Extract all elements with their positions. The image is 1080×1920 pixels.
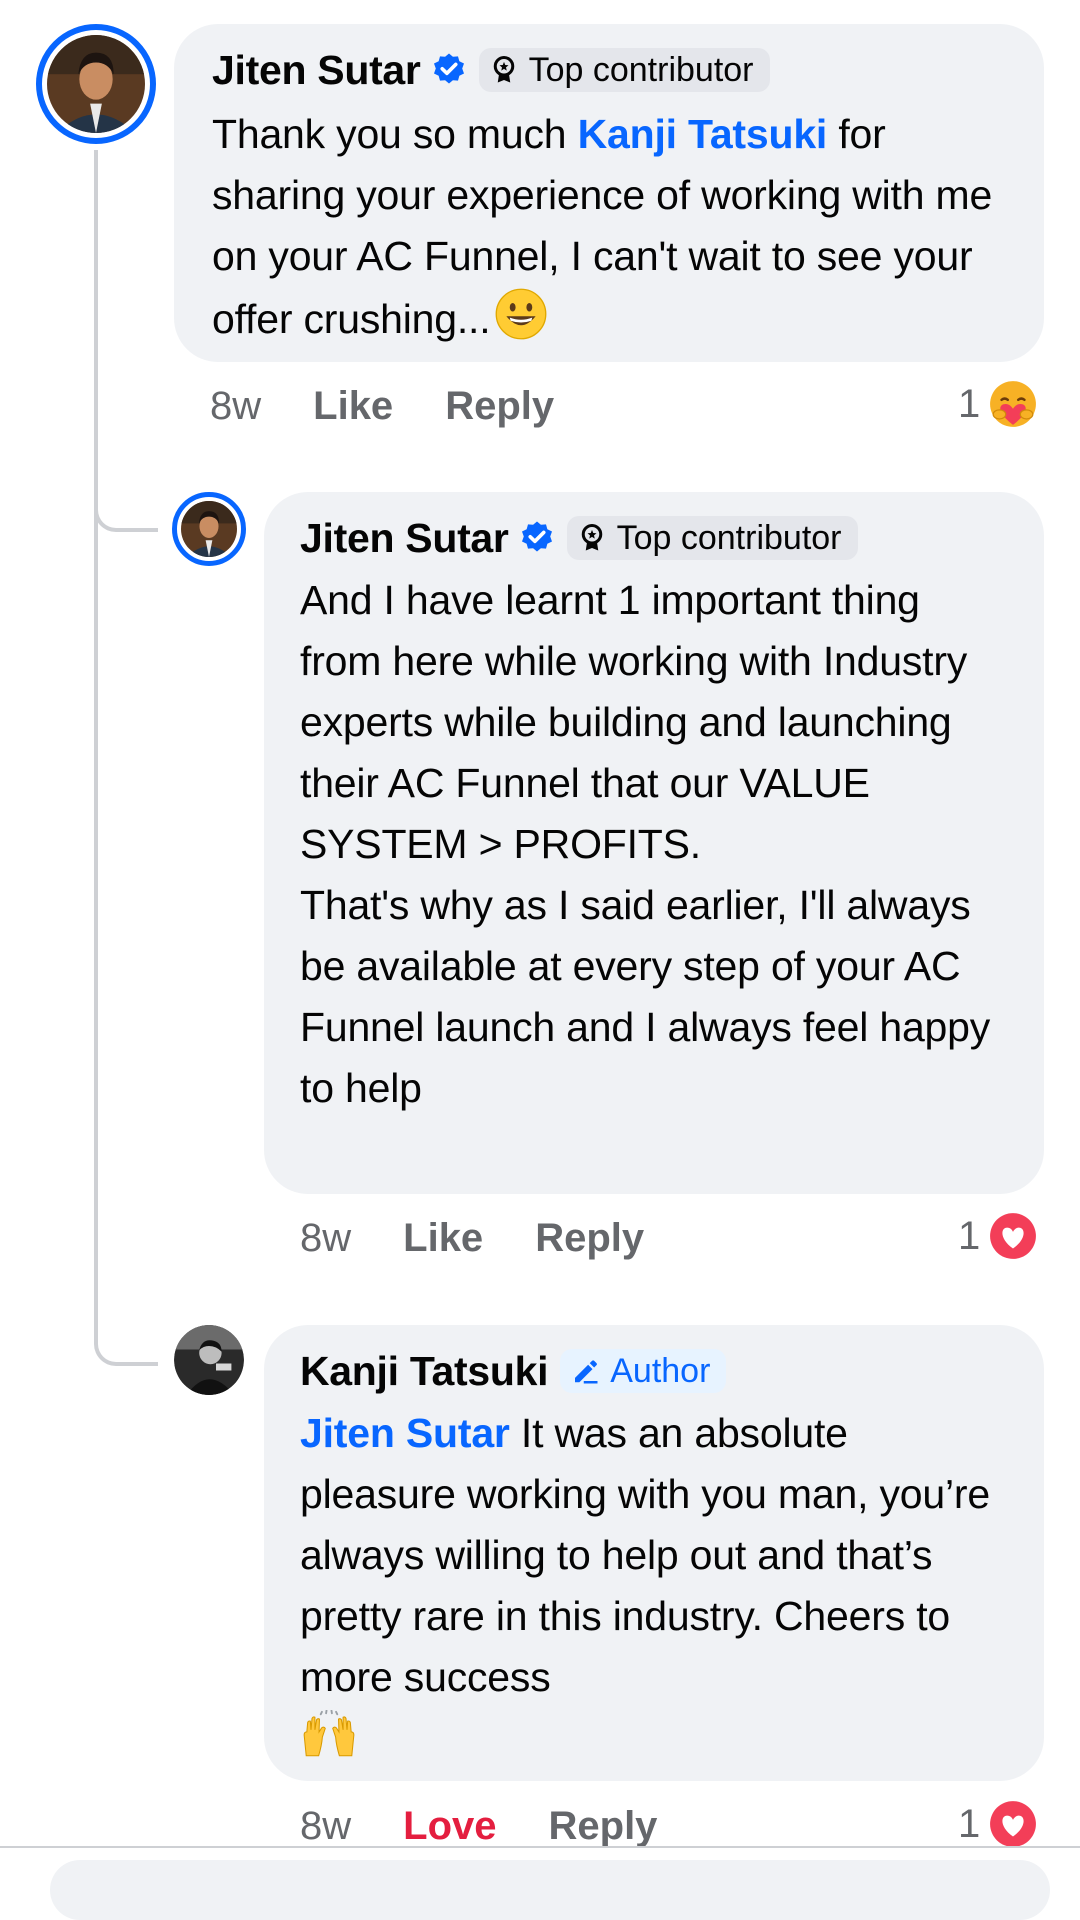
reply-button[interactable]: Reply (549, 1804, 658, 1849)
avatar[interactable] (174, 1325, 244, 1395)
mention-link[interactable]: Jiten Sutar (300, 1410, 510, 1456)
reply-connector (94, 1290, 158, 1366)
pencil-icon (575, 1360, 598, 1384)
divider (0, 1846, 1080, 1848)
love-reaction-button[interactable]: Love (403, 1804, 496, 1849)
comment-text: Jiten Sutar It was an absolute pleasure … (300, 1403, 1008, 1769)
raising-hands-icon (303, 1710, 355, 1757)
reply-connector (94, 470, 158, 532)
author-name[interactable]: Jiten Sutar (212, 47, 421, 94)
reaction-summary[interactable]: 1 (958, 374, 1038, 434)
author-name[interactable]: Jiten Sutar (300, 515, 509, 562)
comment-bubble: Jiten Sutar Top contributor Thank you so… (174, 24, 1044, 362)
comment-text: Thank you so much Kanji Tatsuki for shar… (212, 111, 993, 342)
comment-actions: 8w Like Reply (300, 1208, 644, 1268)
top-contributor-badge[interactable]: Top contributor (478, 48, 770, 92)
profile-photo-icon (47, 35, 145, 133)
thread-line (94, 150, 98, 1310)
reply-bubble: Kanji Tatsuki Author Jiten Sutar It was … (264, 1325, 1044, 1781)
reaction-summary[interactable]: 1 (958, 1794, 1038, 1854)
verified-badge-icon (433, 53, 464, 84)
reply-button[interactable]: Reply (445, 384, 554, 429)
verified-badge-icon (521, 521, 552, 552)
top-contributor-badge[interactable]: Top contributor (566, 516, 858, 560)
grinning-face-icon (496, 288, 547, 340)
comment-text: And I have learnt 1 important thing from… (300, 577, 991, 1111)
love-icon (990, 1801, 1037, 1847)
badge-label: Top contributor (528, 50, 754, 89)
comment-composer[interactable] (50, 1860, 1050, 1920)
badge-label: Top contributor (616, 518, 842, 557)
timestamp[interactable]: 8w (300, 1804, 351, 1849)
timestamp[interactable]: 8w (300, 1216, 351, 1261)
love-icon (990, 1213, 1037, 1259)
reaction-count: 1 (958, 1801, 981, 1846)
badge-label: Author (610, 1351, 711, 1390)
profile-photo-icon (174, 1325, 244, 1395)
like-button[interactable]: Like (403, 1216, 483, 1261)
care-icon (990, 381, 1037, 427)
reply-bubble: Jiten Sutar Top contributor And I have l… (264, 492, 1044, 1194)
mention-link[interactable]: Kanji Tatsuki (578, 111, 828, 157)
award-icon (493, 56, 514, 83)
avatar[interactable] (172, 492, 246, 566)
avatar[interactable] (36, 24, 156, 144)
reply-button[interactable]: Reply (535, 1216, 644, 1261)
like-button[interactable]: Like (313, 384, 393, 429)
profile-photo-icon (181, 501, 237, 557)
reaction-count: 1 (958, 381, 981, 426)
author-badge[interactable]: Author (560, 1349, 727, 1393)
author-name[interactable]: Kanji Tatsuki (300, 1348, 549, 1395)
timestamp[interactable]: 8w (210, 384, 261, 429)
reaction-summary[interactable]: 1 (958, 1206, 1038, 1266)
comment-actions: 8w Like Reply (210, 376, 554, 436)
reaction-count: 1 (958, 1213, 981, 1258)
award-icon (581, 524, 602, 551)
